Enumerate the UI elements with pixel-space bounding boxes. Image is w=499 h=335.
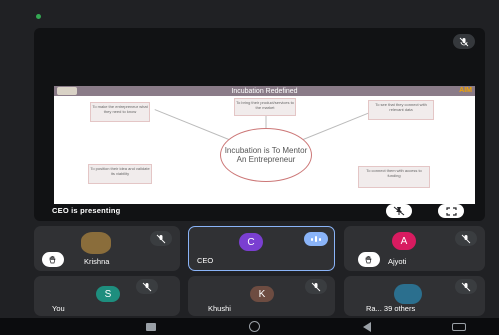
meet-screen: Incubation Redefined AIM To make the ent… [0,0,499,335]
status-indicator [36,14,41,19]
recents-icon[interactable] [146,323,156,331]
unpin-button[interactable] [386,204,412,218]
keyboard-icon[interactable] [452,323,466,331]
avatar: S [96,286,120,302]
avatar-photo [394,284,422,304]
slide-header: Incubation Redefined AIM [54,86,475,96]
avatar-photo [81,232,111,254]
unpin-icon [393,206,405,216]
system-nav-bar [0,318,499,335]
shared-slide: Incubation Redefined AIM To make the ent… [54,86,475,204]
mic-off-icon [305,279,327,294]
slide-logo-left [57,87,77,95]
participant-name: Krishna [84,257,110,266]
speaking-indicator-icon [304,232,328,246]
slide-box: To connect them with access to funding [358,166,430,188]
participant-tile-ceo[interactable]: C CEO [188,226,335,271]
participant-tile-you[interactable]: S You [34,276,180,316]
fullscreen-icon [445,206,457,216]
fullscreen-button[interactable] [438,204,464,218]
avatar: K [250,286,274,302]
presenting-label: CEO is presenting [52,206,121,215]
participant-name: Khushi [208,304,231,313]
slide-box: To position their idea and validate its … [88,164,152,184]
mic-off-icon [453,34,475,49]
back-icon[interactable] [363,322,371,332]
mic-off-icon [150,231,172,246]
participant-tile-ajyoti[interactable]: A Ajyoti [344,226,485,271]
avatar: C [239,233,263,251]
participant-name: CEO [197,256,214,265]
presentation-tile[interactable]: Incubation Redefined AIM To make the ent… [34,28,485,221]
avatar: A [392,232,416,250]
slide-center-text: Incubation is To Mentor An Entrepreneur [220,128,312,182]
participant-tile-others[interactable]: Ra... 39 others [344,276,485,316]
slide-box: To bring their product/services to the m… [234,98,296,116]
slide-box: To make the entrepreneur what they need … [90,102,150,122]
slide-title: Incubation Redefined [231,87,298,95]
participant-name: Ra... 39 others [366,304,416,313]
home-icon[interactable] [249,321,260,332]
slide-box: To see that they connect with relevant d… [368,100,434,120]
participant-tile-krishna[interactable]: Krishna [34,226,180,271]
mic-off-icon [455,279,477,294]
mic-off-icon [136,279,158,294]
slide-brand: AIM [459,87,472,94]
participant-name: You [52,304,65,313]
participant-name: Ajyoti [388,257,407,266]
raised-hand-icon [42,252,64,267]
raised-hand-icon [358,252,380,267]
participant-tile-khushi[interactable]: K Khushi [188,276,335,316]
mic-off-icon [455,231,477,246]
